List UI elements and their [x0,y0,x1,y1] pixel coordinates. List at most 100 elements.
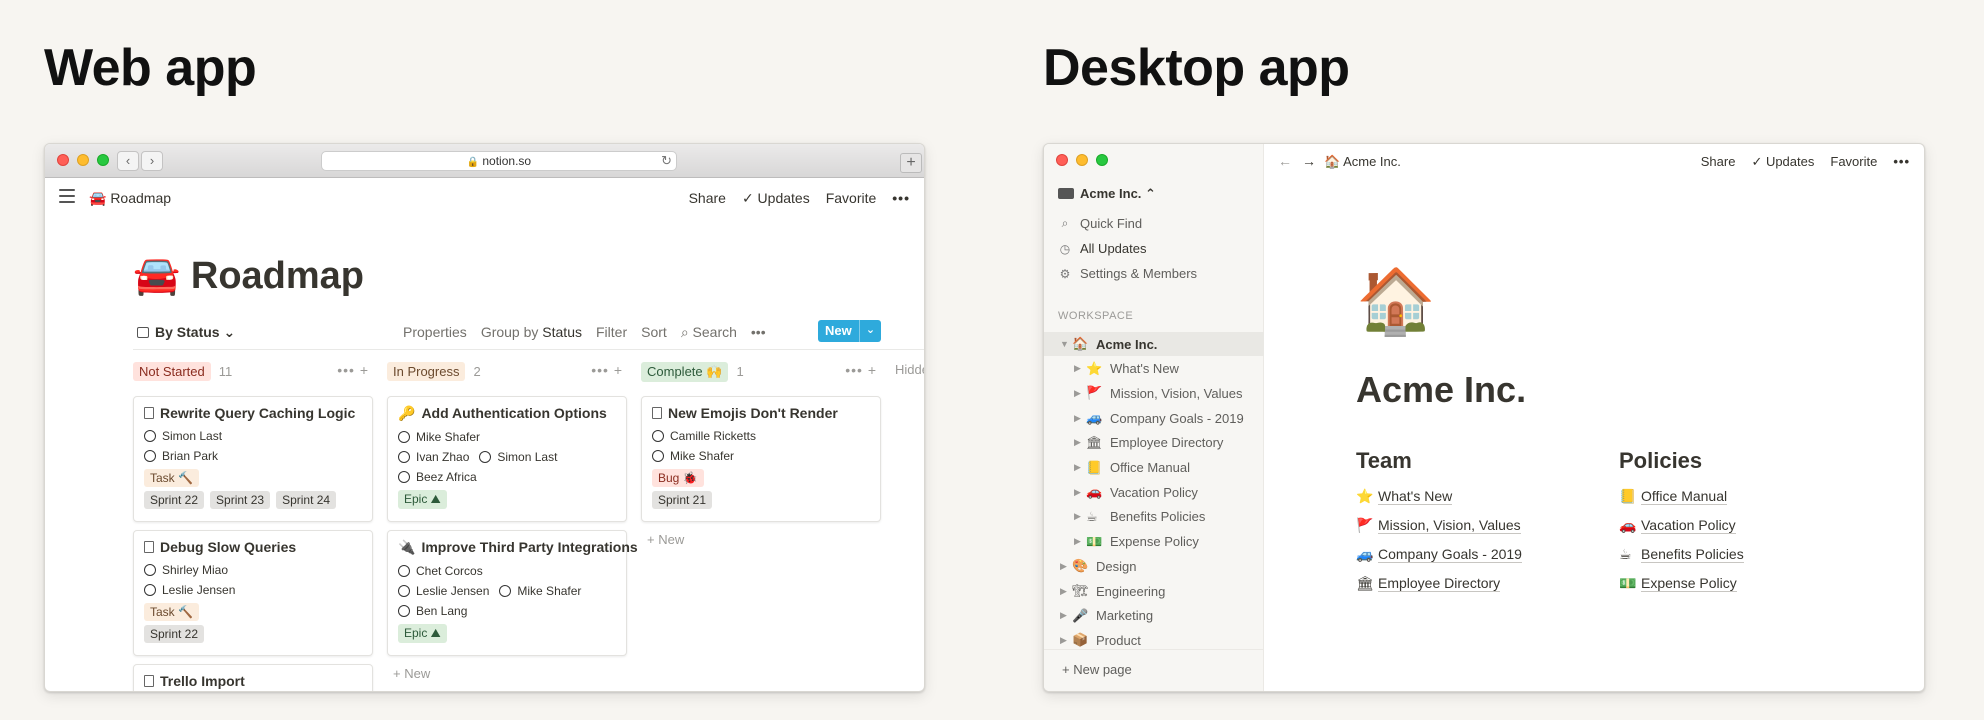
assignee[interactable]: Chet Corcos [398,564,483,578]
share-button[interactable]: Share [689,190,726,207]
group-by-button[interactable]: Group by Status [481,324,582,341]
assignee[interactable]: Mike Shafer [652,449,734,463]
view-selector[interactable]: By Status ⌄ [137,324,235,341]
triangle-right-icon[interactable]: ▶ [1060,635,1072,646]
column-controls[interactable]: ••• + [591,362,623,378]
board-card[interactable]: Debug Slow Queries Shirley Miao Leslie Jen… [133,530,373,656]
new-tab-button[interactable]: + [900,153,922,173]
assignee[interactable]: Brian Park [144,449,218,463]
breadcrumb[interactable]: 🏠 Acme Inc. [1324,154,1401,170]
search-button[interactable]: ⌕ Search [681,324,737,341]
board-card[interactable]: New Emojis Don't Render Camille Ricketts M… [641,396,881,522]
board-card[interactable]: 🔑 Add Authentication Options Mike Shafer Iv… [387,396,627,522]
zoom-window-button[interactable] [97,154,109,166]
sidebar-tree-item[interactable]: ▶ 💵 Expense Policy [1044,530,1264,554]
forward-arrow-icon[interactable]: → [1302,153,1316,169]
triangle-right-icon[interactable]: ▶ [1074,413,1086,424]
updates-button[interactable]: ✓ Updates [1751,154,1814,170]
triangle-right-icon[interactable]: ▶ [1074,536,1086,547]
assignee[interactable]: Camille Ricketts [652,429,756,443]
column-controls[interactable]: ••• + [845,362,877,378]
sidebar-tree-item[interactable]: ▼ 🏠 Acme Inc. [1044,332,1264,356]
reload-icon[interactable]: ↻ [661,152,672,170]
settings-item[interactable]: ⚙ Settings & Members [1058,266,1197,281]
more-options-button[interactable]: ••• [892,190,910,207]
minimize-window-button[interactable] [77,154,89,166]
sidebar-tree-item[interactable]: ▶ 🚗 Vacation Policy [1044,480,1264,504]
triangle-right-icon[interactable]: ▶ [1074,437,1086,448]
page-link[interactable]: 💵 Expense Policy [1619,569,1744,598]
assignee[interactable]: Beez Africa [398,470,477,484]
forward-button[interactable]: › [141,151,163,171]
triangle-right-icon[interactable]: ▶ [1074,511,1086,522]
close-window-button[interactable] [57,154,69,166]
assignee[interactable]: Shirley Miao [144,563,228,577]
sidebar-tree-item[interactable]: ▶ 📒 Office Manual [1044,456,1264,480]
new-page-button[interactable]: + New page [1044,649,1264,691]
assignee[interactable]: Leslie Jensen [144,583,235,597]
add-card-button[interactable]: + New [387,666,627,681]
updates-button[interactable]: ✓ Updates [742,190,810,207]
properties-button[interactable]: Properties [403,324,467,341]
breadcrumb[interactable]: 🚘 Roadmap [89,190,171,207]
page-link[interactable]: ⭐ What's New [1356,482,1522,511]
page-icon[interactable]: 🏠 [1356,264,1436,339]
all-updates-item[interactable]: ◷ All Updates [1058,241,1147,256]
address-bar[interactable]: 🔒 notion.so ↻ [321,151,677,171]
sidebar-tree-item[interactable]: ▶ 🎤 Marketing [1044,604,1264,628]
hidden-columns-label[interactable]: Hidde [895,362,924,377]
new-button[interactable]: New ⌄ [818,320,881,342]
assignee[interactable]: Simon Last [144,429,222,443]
favorite-button[interactable]: Favorite [1830,154,1877,170]
assignee[interactable]: Ivan Zhao [398,450,469,464]
workspace-switcher[interactable]: Acme Inc. ⌃ [1058,186,1156,202]
page-link[interactable]: 🚩 Mission, Vision, Values [1356,511,1522,540]
board-card[interactable]: Trello Import [133,664,373,691]
view-more-button[interactable]: ••• [751,324,766,341]
sidebar-tree-item[interactable]: ▶ 🏗 Engineering [1044,579,1264,603]
triangle-down-icon[interactable]: ▼ [1060,339,1072,349]
status-badge[interactable]: Complete 🙌 [641,362,729,382]
new-dropdown-caret-icon[interactable]: ⌄ [859,320,881,342]
assignee[interactable]: Mike Shafer [499,584,581,598]
sidebar-toggle-icon[interactable] [59,189,75,207]
add-card-button[interactable]: + New [641,532,881,547]
back-arrow-icon[interactable]: ← [1278,153,1292,169]
share-button[interactable]: Share [1701,154,1736,170]
assignee[interactable]: Mike Shafer [398,430,480,444]
sort-button[interactable]: Sort [641,324,667,341]
page-link[interactable]: 📒 Office Manual [1619,482,1744,511]
triangle-right-icon[interactable]: ▶ [1074,363,1086,374]
back-button[interactable]: ‹ [117,151,139,171]
sidebar-tree-item[interactable]: ▶ 🏛 Employee Directory [1044,431,1264,455]
filter-button[interactable]: Filter [596,324,627,341]
board-card[interactable]: 🔌 Improve Third Party Integrations Chet Co… [387,530,638,656]
triangle-right-icon[interactable]: ▶ [1074,487,1086,498]
more-options-button[interactable]: ••• [1893,154,1910,170]
close-window-button[interactable] [1056,154,1068,166]
page-link[interactable]: 🚙 Company Goals - 2019 [1356,540,1522,569]
assignee[interactable]: Simon Last [479,450,557,464]
assignee[interactable]: Leslie Jensen [398,584,489,598]
triangle-right-icon[interactable]: ▶ [1060,561,1072,572]
status-badge[interactable]: In Progress [387,362,466,381]
column-controls[interactable]: ••• + [337,362,369,378]
sidebar-tree-item[interactable]: ▶ 🎨 Design [1044,554,1264,578]
page-link[interactable]: 🚗 Vacation Policy [1619,511,1744,540]
assignee[interactable]: Ben Lang [398,604,467,618]
board-card[interactable]: Rewrite Query Caching Logic Simon Last Bri… [133,396,373,522]
triangle-right-icon[interactable]: ▶ [1074,388,1086,399]
quick-find-item[interactable]: ⌕ Quick Find [1058,216,1143,231]
sidebar-tree-item[interactable]: ▶ ☕ Benefits Policies [1044,505,1264,529]
triangle-right-icon[interactable]: ▶ [1060,586,1072,597]
status-badge[interactable]: Not Started [133,362,211,381]
triangle-right-icon[interactable]: ▶ [1060,610,1072,621]
sidebar-tree-item[interactable]: ▶ 🚙 Company Goals - 2019 [1044,406,1264,430]
page-link[interactable]: 🏛 Employee Directory [1356,569,1522,598]
triangle-right-icon[interactable]: ▶ [1074,462,1086,473]
zoom-window-button[interactable] [1096,154,1108,166]
favorite-button[interactable]: Favorite [826,190,877,207]
sidebar-tree-item[interactable]: ▶ 🚩 Mission, Vision, Values [1044,381,1264,405]
page-link[interactable]: ☕ Benefits Policies [1619,540,1744,569]
sidebar-tree-item[interactable]: ▶ ⭐ What's New [1044,357,1264,381]
